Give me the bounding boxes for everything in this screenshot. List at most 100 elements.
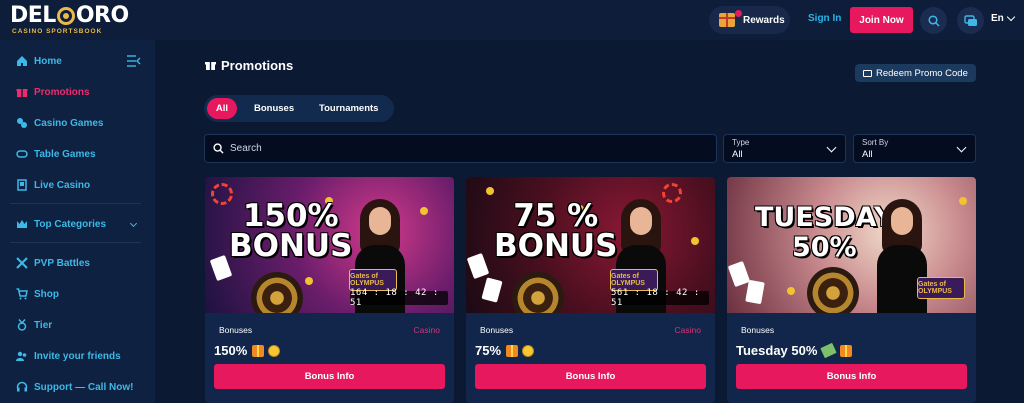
tab-tournaments[interactable]: Tournaments: [319, 98, 378, 119]
cart-icon: [16, 288, 28, 300]
chevron-down-icon: [129, 219, 138, 228]
sidebar-item-table-games[interactable]: Table Games: [16, 146, 96, 162]
sidebar-item-label: Casino Games: [34, 117, 104, 129]
party-emoji-icon: [522, 344, 535, 357]
page-title: Promotions: [221, 58, 294, 73]
promo-category: Bonuses: [219, 325, 253, 335]
header-search-button[interactable]: [920, 7, 947, 34]
sidebar-divider: [10, 203, 141, 204]
promo-tag: Casino: [674, 325, 701, 335]
playing-card-icon: [727, 260, 751, 288]
bonus-info-button[interactable]: Bonus Info: [736, 364, 967, 389]
sidebar-item-top-categories[interactable]: Top Categories: [16, 216, 106, 232]
sidebar-item-live-casino[interactable]: Live Casino: [16, 177, 90, 193]
banner-line-1: 150%: [242, 198, 339, 234]
promo-card: TUESDAY 50% Gates of OLYMPUS Bonuses Tue…: [727, 177, 976, 403]
promo-banner-image[interactable]: TUESDAY 50% Gates of OLYMPUS: [727, 177, 976, 313]
treasure-chest-icon: [719, 13, 735, 27]
promo-title-text: 150%: [214, 343, 248, 358]
roulette-wheel-icon: [251, 272, 303, 313]
tab-bonuses[interactable]: Bonuses: [254, 98, 294, 119]
countdown-timer: 561 : 18 : 42 : 51: [611, 288, 709, 308]
search-input[interactable]: [230, 143, 630, 154]
roulette-wheel-icon: [512, 272, 564, 313]
chat-icon: [963, 14, 977, 26]
search-box: [204, 134, 717, 163]
chevron-down-icon: [1006, 12, 1016, 22]
promo-category: Bonuses: [480, 325, 514, 335]
redeem-promo-button[interactable]: Redeem Promo Code: [855, 64, 976, 82]
site-logo[interactable]: DEL ORO CASINO SPORTSBOOK: [10, 4, 130, 36]
language-selector[interactable]: En: [991, 13, 1004, 24]
coin-icon: [787, 287, 795, 295]
sidebar-item-pvp-battles[interactable]: PVP Battles: [16, 255, 90, 271]
headset-icon: [16, 381, 28, 392]
table-icon: [16, 150, 28, 158]
gift-icon: [16, 89, 28, 97]
party-emoji-icon: [268, 344, 281, 357]
sidebar-item-invite-friends[interactable]: Invite your friends: [16, 348, 121, 364]
roulette-wheel-icon: [807, 267, 859, 313]
sort-filter-select[interactable]: Sort By All: [853, 134, 976, 163]
sidebar-item-label: Home: [34, 55, 62, 67]
top-bar: DEL ORO CASINO SPORTSBOOK Rewards Sign In…: [0, 0, 1024, 40]
sign-in-link[interactable]: Sign In: [808, 13, 841, 24]
sidebar-item-casino-games[interactable]: Casino Games: [16, 115, 103, 131]
sidebar: Home Promotions Casino Games Table Games…: [0, 40, 155, 403]
promo-card: 75 % BONUS Gates of OLYMPUS 561 : 18 : 4…: [466, 177, 715, 403]
dealer-icon: [17, 179, 27, 191]
bonus-info-button[interactable]: Bonus Info: [475, 364, 706, 389]
promo-title: 75%: [475, 343, 535, 358]
promo-banner-image[interactable]: 150% BONUS Gates of OLYMPUS 164 : 18 : 4…: [205, 177, 454, 313]
gift-emoji-icon: [252, 344, 265, 357]
countdown-timer: 164 : 18 : 42 : 51: [350, 288, 448, 308]
sidebar-item-label: Table Games: [34, 148, 96, 160]
promo-title: 150%: [214, 343, 281, 358]
promo-category: Bonuses: [741, 325, 775, 335]
redeem-label: Redeem Promo Code: [876, 67, 968, 79]
sidebar-item-label: Support — Call Now!: [34, 381, 134, 393]
sidebar-item-support[interactable]: Support — Call Now!: [16, 379, 133, 395]
banner-headline: 75 % BONUS: [494, 198, 618, 264]
rewards-label: Rewards: [743, 14, 785, 26]
game-badge: Gates of OLYMPUS: [917, 277, 965, 299]
gift-emoji-icon: [840, 344, 853, 357]
swords-icon: [16, 257, 28, 269]
rewards-button[interactable]: Rewards: [709, 6, 790, 34]
sidebar-item-tier[interactable]: Tier: [16, 317, 52, 333]
type-filter-select[interactable]: Type All: [723, 134, 846, 163]
playing-card-icon: [466, 252, 490, 280]
chat-button[interactable]: [957, 7, 984, 34]
notification-dot: [735, 10, 742, 17]
sidebar-item-label: Live Casino: [34, 179, 91, 191]
playing-card-icon: [745, 279, 765, 305]
promo-title-text: Tuesday 50%: [736, 343, 818, 358]
gift-icon: [205, 62, 216, 70]
gift-emoji-icon: [506, 344, 519, 357]
banner-line-2: BONUS: [494, 228, 618, 264]
type-filter-value: All: [732, 149, 743, 160]
join-now-button[interactable]: Join Now: [850, 7, 913, 33]
tab-all[interactable]: All: [207, 98, 237, 119]
sidebar-item-label: PVP Battles: [34, 257, 90, 269]
sidebar-item-home[interactable]: Home: [16, 53, 62, 69]
collapse-sidebar-icon[interactable]: [127, 55, 141, 67]
coin-icon: [305, 277, 313, 285]
sidebar-item-label: Tier: [34, 319, 53, 331]
promo-title-text: 75%: [475, 343, 502, 358]
search-icon: [213, 143, 224, 154]
banner-headline: 150% BONUS: [229, 198, 352, 262]
sort-filter-value: All: [862, 149, 873, 160]
logo-wordmark: DEL ORO: [10, 3, 129, 28]
coin-icon: [486, 187, 494, 195]
sidebar-divider: [10, 242, 141, 243]
sidebar-item-label: Invite your friends: [34, 350, 121, 362]
promo-banner-image[interactable]: 75 % BONUS Gates of OLYMPUS 561 : 18 : 4…: [466, 177, 715, 313]
sidebar-item-label: Shop: [34, 288, 59, 300]
banner-line-1: 75 %: [513, 198, 599, 234]
coin-icon: [420, 207, 428, 215]
sidebar-item-shop[interactable]: Shop: [16, 286, 59, 302]
sidebar-item-promotions[interactable]: Promotions: [16, 84, 90, 100]
logo-subtitle: CASINO SPORTSBOOK: [12, 28, 103, 35]
bonus-info-button[interactable]: Bonus Info: [214, 364, 445, 389]
